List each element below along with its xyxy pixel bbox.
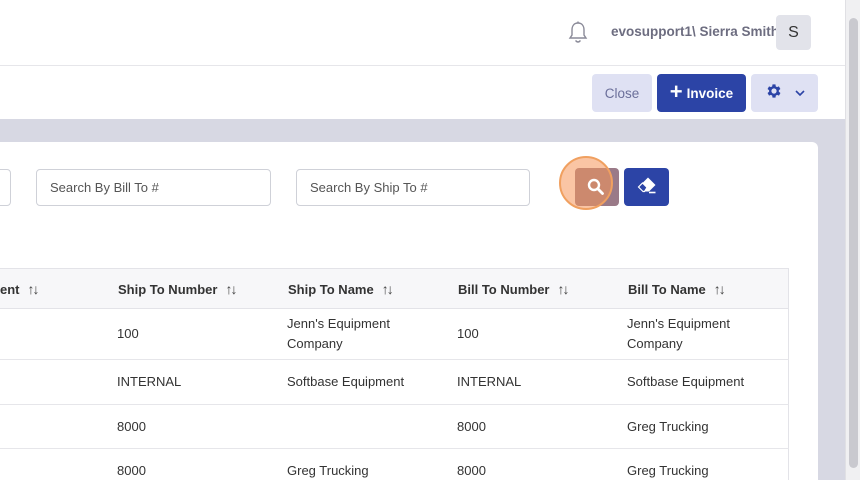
chevron-down-icon bbox=[794, 84, 805, 102]
column-header-label: Ship To Name bbox=[288, 281, 374, 297]
eraser-icon bbox=[637, 176, 657, 199]
sort-icon: ↑↓ bbox=[381, 281, 394, 297]
gear-icon bbox=[765, 82, 783, 105]
close-button[interactable]: Close bbox=[592, 74, 652, 112]
cell-ship-to-number: 8000 bbox=[117, 418, 146, 434]
bill-to-search-input[interactable]: Search By Bill To # bbox=[36, 169, 271, 206]
sort-icon: ↑↓ bbox=[225, 281, 237, 297]
table-row[interactable]: INTERNAL Softbase Equipment INTERNAL Sof… bbox=[0, 360, 789, 405]
column-header-ship-to-number[interactable]: Ship To Number ↑↓ bbox=[118, 269, 237, 309]
vertical-scrollbar[interactable] bbox=[845, 0, 860, 480]
ship-to-search-input[interactable]: Search By Ship To # bbox=[296, 169, 530, 206]
top-header: evosupport1\ Sierra Smith S bbox=[0, 0, 845, 66]
column-header-label: ent bbox=[0, 281, 20, 297]
column-header-bill-to-number[interactable]: Bill To Number ↑↓ bbox=[458, 269, 569, 309]
filter-select[interactable] bbox=[0, 169, 11, 206]
sort-icon: ↑↓ bbox=[557, 281, 569, 297]
cell-bill-to-name: Greg Trucking bbox=[627, 418, 709, 434]
action-bar: Close + Invoice bbox=[0, 66, 845, 119]
cell-bill-to-name: Jenn's Equipment Company bbox=[627, 316, 730, 351]
sort-icon: ↑↓ bbox=[27, 281, 40, 297]
cell-bill-to-number: 100 bbox=[457, 326, 479, 341]
sort-icon: ↑↓ bbox=[713, 281, 726, 297]
cell-ship-to-number: INTERNAL bbox=[117, 374, 182, 389]
user-name[interactable]: evosupport1\ Sierra Smith bbox=[611, 24, 779, 39]
cell-bill-to-number: 8000 bbox=[457, 463, 486, 478]
avatar[interactable]: S bbox=[776, 15, 811, 50]
column-header-label: Bill To Name bbox=[628, 281, 706, 297]
table-row[interactable]: 100 Jenn's Equipment Company 100 Jenn's … bbox=[0, 309, 789, 360]
bell-icon[interactable] bbox=[568, 21, 588, 45]
table-header: ent ↑↓ Ship To Number ↑↓ Ship To Name ↑↓ Bi… bbox=[0, 268, 789, 309]
invoice-button-label: Invoice bbox=[686, 85, 734, 101]
cell-bill-to-number: INTERNAL bbox=[457, 374, 522, 389]
cell-ship-to-name bbox=[287, 405, 447, 448]
clear-filters-button[interactable] bbox=[624, 168, 669, 206]
column-header-label: Ship To Number bbox=[118, 281, 218, 297]
settings-dropdown-button[interactable] bbox=[751, 74, 818, 112]
search-icon bbox=[586, 177, 606, 197]
cell-bill-to-name: Greg Trucking bbox=[627, 463, 709, 478]
cell-ship-to-number: 8000 bbox=[117, 463, 146, 478]
column-header-label: Bill To Number bbox=[458, 281, 550, 297]
scrollbar-thumb[interactable] bbox=[849, 18, 858, 468]
cell-bill-to-number: 8000 bbox=[457, 418, 486, 434]
cell-ship-to-name: Greg Trucking bbox=[287, 463, 369, 478]
table-row[interactable]: 8000 8000 Greg Trucking bbox=[0, 405, 789, 449]
cell-ship-to-name: Jenn's Equipment Company bbox=[287, 316, 390, 351]
cell-ship-to-number: 100 bbox=[117, 326, 139, 341]
column-header-bill-to-name[interactable]: Bill To Name ↑↓ bbox=[628, 269, 726, 309]
add-invoice-button[interactable]: + Invoice bbox=[657, 74, 746, 112]
cell-bill-to-name: Softbase Equipment bbox=[627, 374, 745, 389]
column-header-ship-to-name[interactable]: Ship To Name ↑↓ bbox=[288, 269, 394, 309]
plus-icon: + bbox=[669, 79, 683, 104]
table-row[interactable]: 8000 Greg Trucking 8000 Greg Trucking bbox=[0, 449, 789, 480]
cell-ship-to-name: Softbase Equipment bbox=[287, 374, 405, 389]
column-header-partial[interactable]: ent ↑↓ bbox=[0, 269, 40, 309]
